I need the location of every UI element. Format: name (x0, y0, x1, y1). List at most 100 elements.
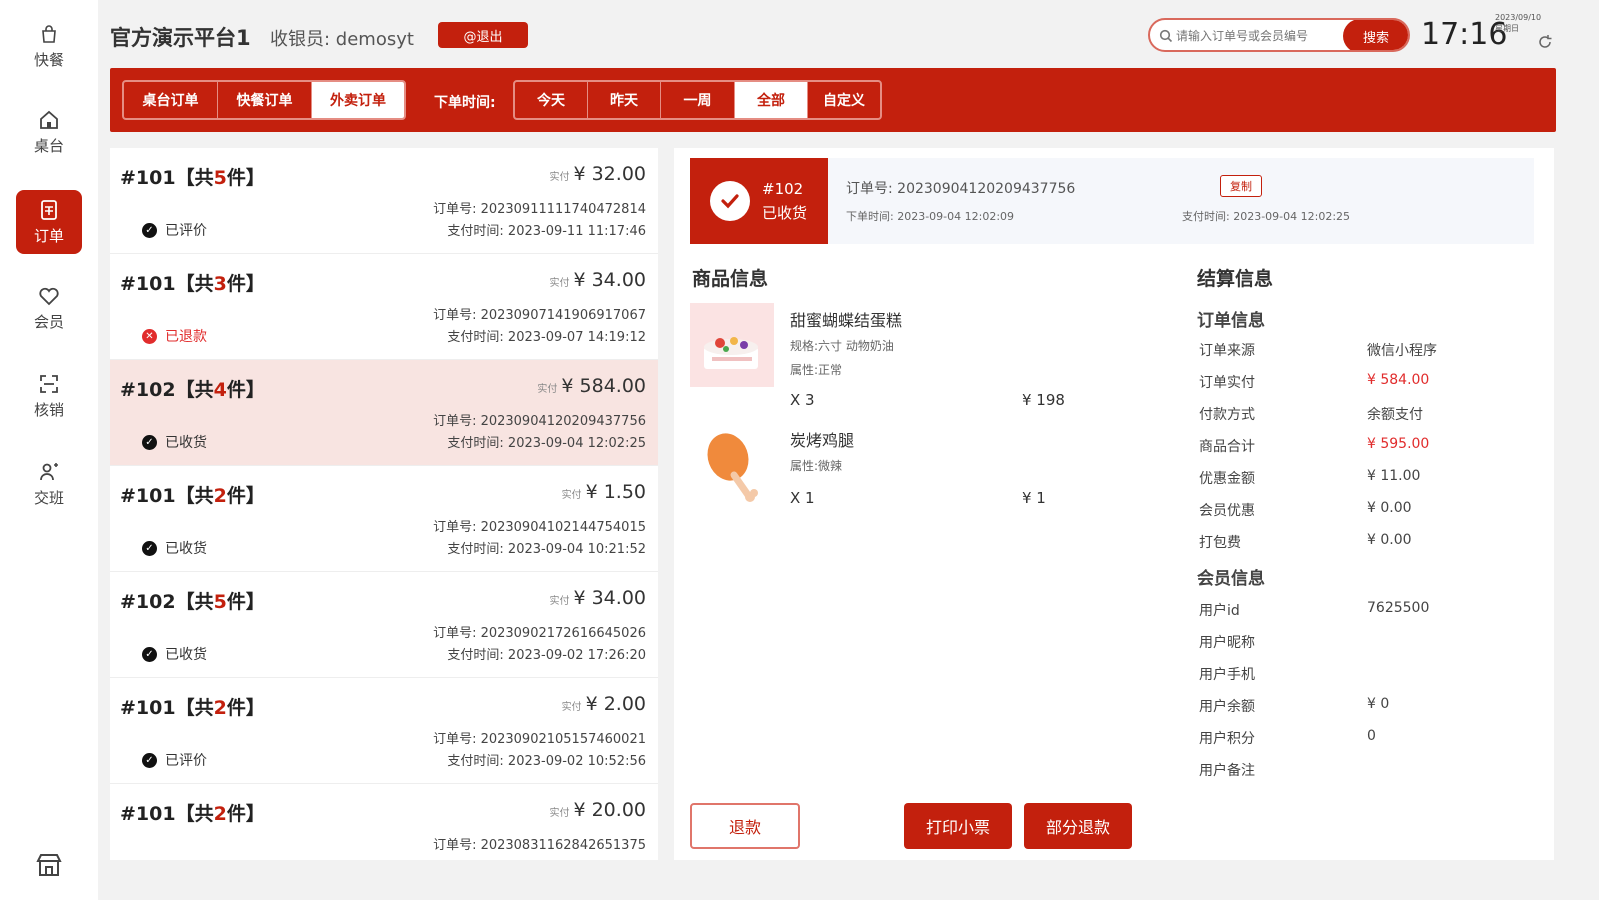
member-key: 用户昵称 (1199, 635, 1255, 651)
store-icon[interactable] (34, 850, 64, 880)
member-key: 用户余额 (1199, 699, 1255, 715)
order-no: 订单号: 20230904120209437756 (433, 414, 646, 429)
status-text: 已收货 (165, 541, 207, 557)
order-title: #101【共5件】 (120, 163, 265, 190)
search-input[interactable] (1176, 25, 1342, 47)
order-card[interactable]: #101【共2件】 实付 ¥ 1.50 订单号: 2023090410214475… (110, 466, 658, 572)
copy-button[interactable]: 复制 (1220, 175, 1262, 197)
info-row: 订单实付 ¥ 584.00 (1197, 372, 1537, 394)
logout-button[interactable]: @退出 (438, 22, 528, 48)
paid-tag: 实付 (549, 808, 570, 819)
detail-pay-time: 支付时间: 2023-09-04 12:02:25 (1182, 210, 1351, 223)
amount-value: ¥ 34.00 (573, 269, 646, 291)
time-filter-label: 下单时间: (434, 95, 496, 111)
order-status-badge: #102 已收货 (690, 158, 828, 244)
product-qty: X 3 (790, 391, 815, 409)
products-title: 商品信息 (692, 268, 769, 290)
order-amount: 实付 ¥ 34.00 (549, 269, 646, 291)
info-value: 余额支付 (1367, 407, 1423, 423)
product-item: 甜蜜蝴蝶结蛋糕 规格:六寸 动物奶油 属性:正常 X 3 ¥ 198 (690, 303, 1090, 413)
refund-icon: ✕ (142, 328, 157, 344)
info-row: 付款方式 余额支付 (1197, 404, 1537, 426)
info-key: 打包费 (1199, 535, 1241, 551)
detail-header: #102 已收货 订单号: 20230904120209437756 下单时间:… (690, 158, 1534, 244)
order-amount: 实付 ¥ 2.00 (562, 693, 646, 715)
order-status: ✓ 已收货 (142, 432, 207, 452)
time-range-tabs: 今天 昨天 一周 全部 自定义 (513, 80, 882, 120)
nav-label: 会员 (33, 313, 64, 331)
info-value: ¥ 11.00 (1367, 468, 1421, 484)
nav-label: 订单 (33, 227, 64, 245)
order-info-title: 订单信息 (1197, 311, 1265, 331)
detail-order-time: 下单时间: 2023-09-04 12:02:09 (846, 210, 1015, 223)
order-card[interactable]: #102【共5件】 实付 ¥ 34.00 订单号: 202309021726166… (110, 572, 658, 678)
nav-item-tables[interactable]: 桌台 (16, 100, 82, 164)
info-key: 订单来源 (1199, 343, 1255, 359)
tab-custom[interactable]: 自定义 (808, 82, 880, 118)
order-number-prefix: #101【共 (120, 485, 214, 507)
item-count: 5 (213, 167, 227, 189)
paid-tag: 实付 (549, 596, 570, 607)
bag-icon (37, 22, 61, 46)
nav-item-members[interactable]: 会员 (16, 276, 82, 340)
item-count: 4 (213, 379, 227, 401)
info-row: 商品合计 ¥ 595.00 (1197, 436, 1537, 458)
order-title: #101【共2件】 (120, 481, 265, 508)
amount-value: ¥ 1.50 (585, 481, 646, 503)
tab-takeout-orders[interactable]: 外卖订单 (312, 82, 404, 118)
amount-value: ¥ 20.00 (573, 799, 646, 821)
order-status: ✓ 已收货 (142, 538, 207, 558)
tab-today[interactable]: 今天 (515, 82, 588, 118)
order-card[interactable]: #101【共2件】 实付 ¥ 20.00 订单号: 202308311628426… (110, 784, 658, 860)
search-button[interactable]: 搜索 (1343, 20, 1408, 50)
item-count: 2 (213, 697, 227, 719)
order-no: 订单号: 20230907141906917067 (433, 308, 646, 323)
order-card[interactable]: #101【共3件】 实付 ¥ 34.00 订单号: 202309071419069… (110, 254, 658, 360)
order-card[interactable]: #102【共4件】 实付 ¥ 584.00 订单号: 20230904120209… (110, 360, 658, 466)
cashier-label: 收银员: demosyt (270, 29, 414, 50)
order-type-tabs: 桌台订单 快餐订单 外卖订单 (122, 80, 406, 120)
order-no: 订单号: 20230911111740472814 (433, 202, 646, 217)
nav-item-verify[interactable]: 核销 (16, 364, 82, 428)
partial-refund-button[interactable]: 部分退款 (1024, 803, 1132, 849)
order-card[interactable]: #101【共2件】 实付 ¥ 2.00 订单号: 2023090210515746… (110, 678, 658, 784)
order-card[interactable]: #101【共5件】 实付 ¥ 32.00 订单号: 202309111117404… (110, 148, 658, 254)
member-row: 用户id 7625500 (1197, 600, 1537, 622)
weekday: 星期日 (1495, 24, 1519, 33)
tab-week[interactable]: 一周 (661, 82, 735, 118)
info-row: 打包费 ¥ 0.00 (1197, 532, 1537, 554)
item-count: 2 (213, 803, 227, 825)
info-value: ¥ 0.00 (1367, 500, 1412, 516)
refresh-icon[interactable] (1537, 34, 1553, 54)
print-receipt-button[interactable]: 打印小票 (904, 803, 1012, 849)
member-row: 用户积分 0 (1197, 728, 1537, 750)
refund-button[interactable]: 退款 (690, 803, 800, 849)
check-circle-icon (710, 181, 750, 221)
tab-yesterday[interactable]: 昨天 (588, 82, 661, 118)
status-text: 已收货 (165, 435, 207, 451)
order-title: #101【共2件】 (120, 799, 265, 826)
tab-fastfood-orders[interactable]: 快餐订单 (218, 82, 312, 118)
item-count: 3 (213, 273, 227, 295)
handover-icon (37, 460, 61, 484)
status-text: 已退款 (165, 329, 207, 345)
tab-table-orders[interactable]: 桌台订单 (124, 82, 218, 118)
tab-all[interactable]: 全部 (735, 82, 808, 118)
info-value: ¥ 595.00 (1367, 436, 1430, 452)
nav-item-handover[interactable]: 交班 (16, 452, 82, 516)
product-item: 炭烤鸡腿 属性:微辣 X 1 ¥ 1 (690, 423, 1090, 533)
nav-label: 交班 (33, 489, 64, 507)
info-row: 订单来源 微信小程序 (1197, 340, 1537, 362)
amount-value: ¥ 34.00 (573, 587, 646, 609)
home-icon (37, 108, 61, 132)
item-count: 2 (213, 485, 227, 507)
check-icon: ✓ (142, 222, 157, 238)
nav-item-fastfood[interactable]: 快餐 (16, 14, 82, 78)
nav-item-orders[interactable]: 订单 (16, 190, 82, 254)
member-row: 用户备注 (1197, 760, 1537, 782)
member-key: 用户id (1199, 603, 1240, 619)
member-key: 用户备注 (1199, 763, 1255, 779)
order-number-suffix: 件】 (226, 167, 265, 189)
search-icon (1159, 28, 1173, 47)
info-row: 优惠金额 ¥ 11.00 (1197, 468, 1537, 490)
